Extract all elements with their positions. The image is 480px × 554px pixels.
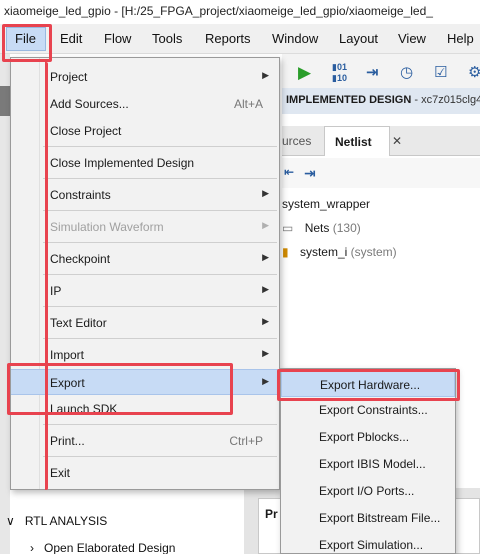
submenu-arrow-icon: ▶ [262, 220, 269, 230]
submenu-arrow-icon: ▶ [262, 252, 269, 262]
menu-item-ip[interactable]: IP ▶ [11, 278, 279, 304]
netlist-toolbar: ⇤ ⇥ [282, 158, 480, 188]
window-title: xiaomeige_led_gpio - [H:/25_FPGA_project… [0, 0, 480, 24]
run-icon[interactable]: ▶ [298, 63, 311, 83]
tree-root[interactable]: system_wrapper [282, 197, 370, 211]
submenu-arrow-icon: ▶ [262, 316, 269, 326]
submenu-item-export-hardware[interactable]: Export Hardware... [281, 371, 455, 397]
menu-separator [43, 146, 277, 147]
menu-tools[interactable]: Tools [152, 31, 182, 46]
menu-view[interactable]: View [398, 31, 426, 46]
checklist-icon[interactable]: ☑ [434, 63, 447, 81]
submenu-item-export-pblocks[interactable]: Export Pblocks... [281, 424, 455, 450]
submenu-arrow-icon: ▶ [262, 348, 269, 358]
menu-separator [43, 306, 277, 307]
menu-item-export[interactable]: Export ▶ [11, 369, 279, 395]
chevron-right-icon: › [30, 541, 34, 554]
menu-separator [43, 242, 277, 243]
main-toolbar: ▶ ▮01 ▮10 ⇥ ◷ ☑ ⚙ [282, 54, 480, 88]
menu-separator [43, 274, 277, 275]
design-title: IMPLEMENTED DESIGN [286, 94, 412, 106]
submenu-arrow-icon: ▶ [262, 188, 269, 198]
menu-item-checkpoint[interactable]: Checkpoint ▶ [11, 246, 279, 272]
menu-edit[interactable]: Edit [60, 31, 82, 46]
menu-reports[interactable]: Reports [205, 31, 251, 46]
step-icon[interactable]: ⇥ [304, 165, 316, 182]
menu-item-close-implemented-design[interactable]: Close Implemented Design [11, 150, 279, 176]
submenu-arrow-icon: ▶ [262, 284, 269, 294]
menu-separator [43, 210, 277, 211]
submenu-item-export-io-ports[interactable]: Export I/O Ports... [281, 478, 455, 504]
tree-instance[interactable]: ▮ system_i (system) [282, 245, 397, 259]
flow-section-rtl[interactable]: ∨ RTL ANALYSIS [6, 514, 107, 528]
instance-icon: ▮ [282, 245, 289, 259]
menu-item-exit[interactable]: Exit [11, 460, 279, 486]
tab-sources[interactable]: urces [282, 134, 311, 148]
chevron-down-icon: ∨ [6, 514, 15, 528]
menu-window[interactable]: Window [272, 31, 318, 46]
step-icon[interactable]: ⇥ [366, 63, 379, 81]
submenu-item-export-ibis-model[interactable]: Export IBIS Model... [281, 451, 455, 477]
export-submenu: Export Hardware... Export Constraints...… [280, 368, 456, 554]
menu-item-print[interactable]: Print... Ctrl+P [11, 428, 279, 454]
menu-item-simulation-waveform: Simulation Waveform ▶ [50, 220, 269, 234]
menu-item-text-editor[interactable]: Text Editor ▶ [11, 310, 279, 336]
file-menu: Project ▶ Add Sources... Alt+A Close Pro… [10, 57, 280, 490]
menu-item-add-sources[interactable]: Add Sources... Alt+A [11, 91, 279, 117]
submenu-arrow-icon: ▶ [262, 70, 269, 80]
menu-bar: File Edit Flow Tools Reports Window Layo… [0, 24, 480, 54]
design-header: IMPLEMENTED DESIGN - xc7z015clg485- [282, 88, 480, 114]
menu-flow[interactable]: Flow [104, 31, 131, 46]
properties-title: Pr [265, 507, 278, 521]
close-icon[interactable]: ✕ [392, 134, 402, 148]
menu-separator [43, 456, 277, 457]
menu-help[interactable]: Help [447, 31, 474, 46]
submenu-item-export-simulation[interactable]: Export Simulation... [281, 532, 455, 554]
tree-nets[interactable]: ▭ Nets (130) [282, 221, 361, 235]
left-panel-header [0, 86, 10, 116]
menu-file[interactable]: File [6, 27, 46, 51]
menu-layout[interactable]: Layout [339, 31, 378, 46]
left-panel-edge [0, 54, 10, 554]
program-device-icon[interactable]: ▮01 ▮10 [332, 62, 347, 84]
tab-bar: urces Netlist ✕ [282, 126, 480, 156]
folder-icon: ▭ [282, 221, 294, 235]
collapse-icon[interactable]: ⇤ [284, 165, 294, 179]
menu-separator [43, 338, 277, 339]
menu-item-import[interactable]: Import ▶ [11, 342, 279, 368]
flow-item-open-elaborated[interactable]: › Open Elaborated Design [30, 541, 175, 554]
menu-item-close-project[interactable]: Close Project [11, 118, 279, 144]
submenu-item-export-constraints[interactable]: Export Constraints... [281, 397, 455, 423]
submenu-item-export-bitstream[interactable]: Export Bitstream File... [281, 505, 455, 531]
menu-item-project[interactable]: Project ▶ [11, 64, 279, 90]
menu-separator [43, 424, 277, 425]
timer-icon[interactable]: ◷ [400, 63, 413, 81]
tab-netlist[interactable]: Netlist [324, 126, 390, 156]
menu-item-constraints[interactable]: Constraints ▶ [11, 182, 279, 208]
menu-item-launch-sdk[interactable]: Launch SDK [11, 396, 279, 422]
settings-icon[interactable]: ⚙ [468, 63, 480, 81]
submenu-arrow-icon: ▶ [262, 376, 269, 386]
menu-separator [43, 178, 277, 179]
design-part: - xc7z015clg485- [414, 94, 480, 106]
